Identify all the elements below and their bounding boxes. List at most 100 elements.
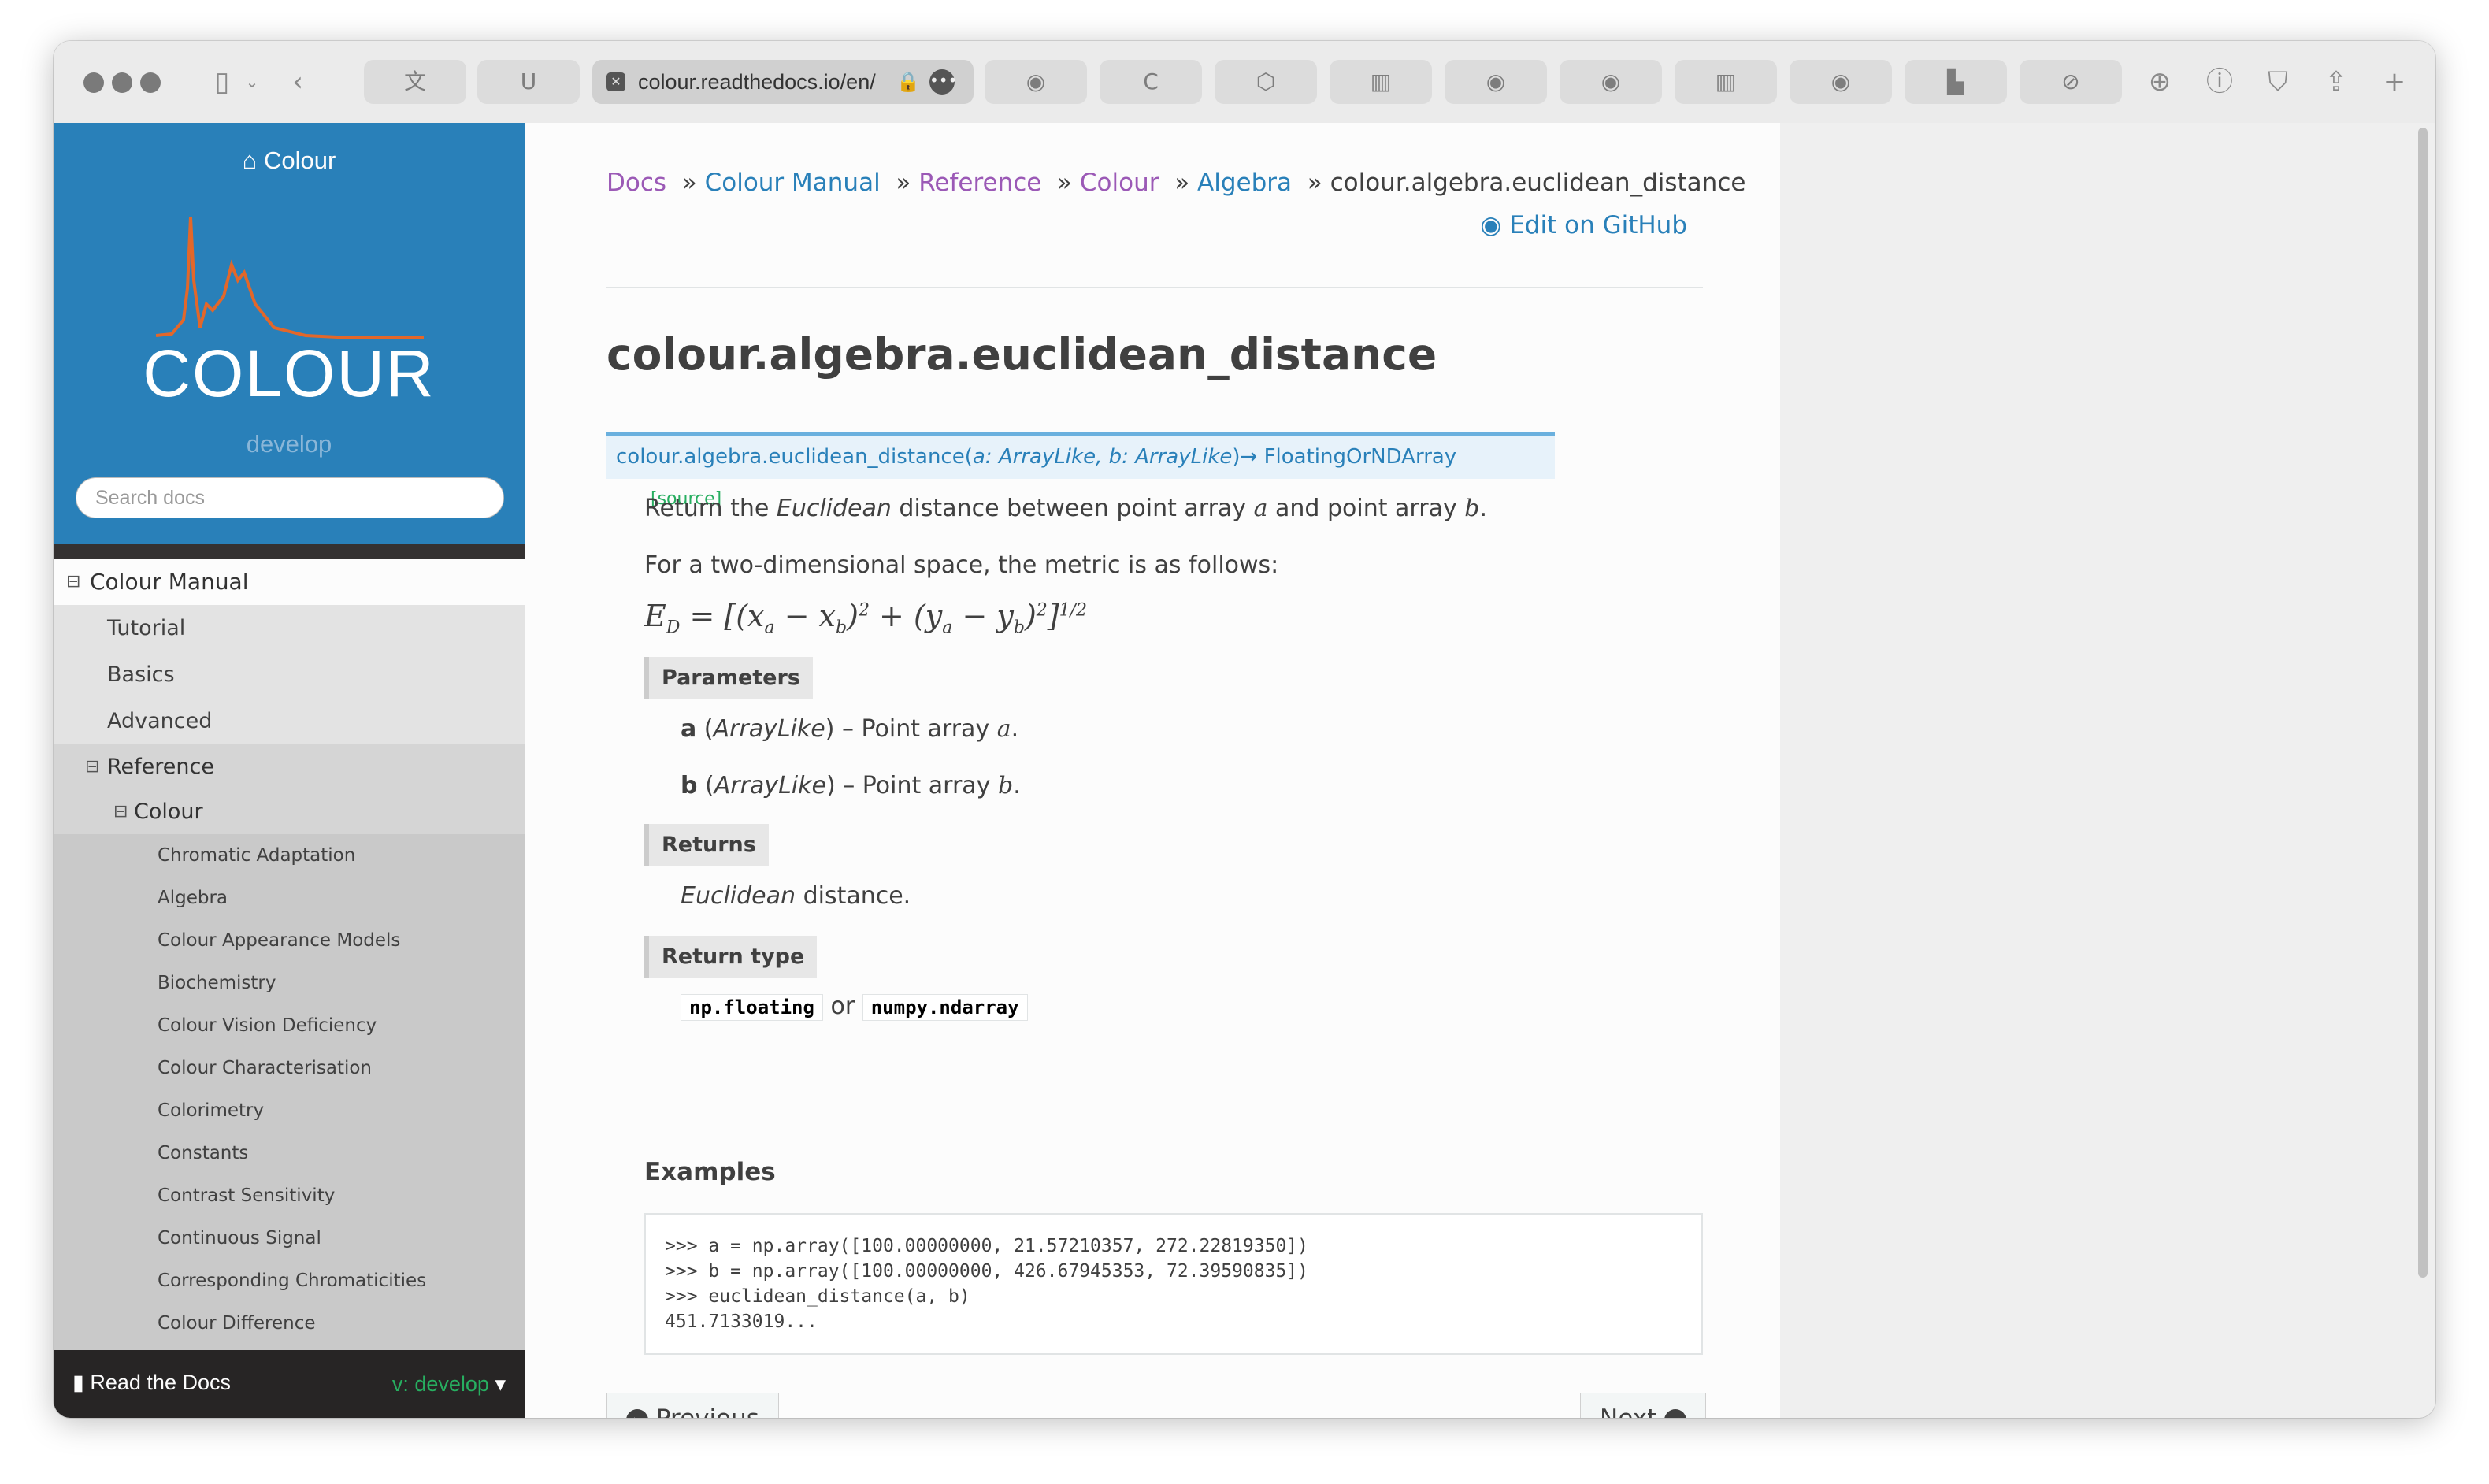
previous-button[interactable]: ← Previous [606, 1393, 779, 1418]
read-the-docs-bar[interactable]: ▮ Read the Docs v: develop ▾ [54, 1350, 525, 1418]
divider [606, 287, 1703, 288]
home-link[interactable]: ⌂ Colour [54, 147, 525, 175]
github-icon: ◉ [1831, 69, 1851, 95]
sidebar-nav: ⊟ Colour Manual Tutorial Basics Advanced… [54, 559, 525, 1350]
breadcrumb-reference[interactable]: Reference [918, 169, 1041, 197]
sidebar: ⌂ Colour COLOUR develop Search docs ⊟ Co… [54, 123, 525, 1418]
collapse-icon[interactable]: ⊟ [85, 744, 99, 790]
breadcrumb-docs[interactable]: Docs [606, 169, 666, 197]
shield-icon[interactable]: ⛉ [2261, 65, 2295, 99]
return-type-literal: np.floating [681, 994, 823, 1021]
translate-icon: 文 [403, 69, 426, 95]
page-title: colour.algebra.euclidean_distance [606, 329, 1437, 380]
sidebar-item-appearance-models[interactable]: Colour Appearance Models [54, 919, 525, 962]
sidebar-item-chromatic-adaptation[interactable]: Chromatic Adaptation [54, 834, 525, 877]
breadcrumb-current: colour.algebra.euclidean_distance [1330, 169, 1746, 197]
signature-return: )→ FloatingOrNDArray [1232, 445, 1457, 469]
sidebar-item-contrast-sensitivity[interactable]: Contrast Sensitivity [54, 1174, 525, 1217]
tab-reader-1[interactable]: ▥ [1330, 60, 1432, 104]
sidebar-item-characterisation[interactable]: Colour Characterisation [54, 1047, 525, 1089]
formula: ED = [(xa − xb)2 + (ya − yb)2]1/2 [644, 599, 1088, 638]
book-icon: ▮ [72, 1371, 84, 1394]
download-icon[interactable]: ⊕ [2142, 65, 2177, 99]
sidebar-item-tutorial[interactable]: Tutorial [54, 605, 525, 651]
chevron-down-icon[interactable]: ⌄ [235, 65, 269, 99]
math-var: b [1464, 495, 1480, 522]
main-content: Docs » Colour Manual » Reference » Colou… [525, 123, 1780, 1418]
sidebar-item-label: Biochemistry [158, 973, 276, 993]
sidebar-item-algebra[interactable]: Algebra [54, 877, 525, 919]
breadcrumb-manual[interactable]: Colour Manual [705, 169, 881, 197]
tab-bars[interactable]: ▙ [1905, 60, 2007, 104]
desc-em: Euclidean [776, 495, 892, 522]
sidebar-item-colour-manual[interactable]: ⊟ Colour Manual [54, 559, 525, 605]
sidebar-item-label: Colour Appearance Models [158, 930, 401, 951]
tab-github-3[interactable]: ◉ [1560, 60, 1662, 104]
code-line: >>> euclidean_distance(a, b) [665, 1286, 970, 1307]
tab-active-colour[interactable]: ✕ colour.readthedocs.io/en/ 🔒 ••• [592, 60, 974, 104]
next-button[interactable]: Next → [1580, 1393, 1707, 1418]
close-tab-icon[interactable]: ✕ [606, 72, 625, 91]
math-var: a [996, 715, 1011, 743]
collapse-icon[interactable]: ⊟ [113, 790, 128, 834]
sidebar-item-advanced[interactable]: Advanced [54, 698, 525, 744]
scrollbar[interactable] [2418, 128, 2428, 1278]
tab-github-1[interactable]: ◉ [985, 60, 1087, 104]
edit-on-github-link[interactable]: ◉ Edit on GitHub [1480, 211, 1687, 239]
sidebar-item-corresponding-chromaticities[interactable]: Corresponding Chromaticities [54, 1260, 525, 1302]
breadcrumb-separator: » [1299, 169, 1330, 197]
sidebar-item-constants[interactable]: Constants [54, 1132, 525, 1174]
tab-github-2[interactable]: ◉ [1445, 60, 1547, 104]
sidebar-item-colour[interactable]: ⊟ Colour [54, 790, 525, 834]
tab-u[interactable]: U [477, 60, 580, 104]
browser-window: ▯ ⌄ ‹ 文 U ✕ colour.readthedocs.io/en/ 🔒 … [54, 41, 2435, 1418]
tab-translate[interactable]: 文 [364, 60, 466, 104]
returns-em: Euclidean [681, 882, 796, 910]
tab-cube[interactable]: ⬡ [1215, 60, 1317, 104]
password-icon[interactable]: ⓘ [2202, 65, 2237, 99]
minimize-window-button[interactable] [112, 72, 132, 93]
zoom-window-button[interactable] [140, 72, 161, 93]
param-a: a (ArrayLike) – Point array a. [681, 715, 1019, 743]
tab-github-4[interactable]: ◉ [1790, 60, 1892, 104]
u-icon: U [520, 69, 537, 95]
new-tab-icon[interactable]: + [2377, 65, 2412, 99]
collapse-icon[interactable]: ⊟ [66, 559, 80, 605]
sidebar-item-reference[interactable]: ⊟ Reference [54, 744, 525, 790]
sidebar-item-biochemistry[interactable]: Biochemistry [54, 962, 525, 1004]
sidebar-item-label: Continuous Signal [158, 1228, 321, 1248]
returns-desc: Euclidean distance. [681, 882, 911, 910]
address-bar[interactable]: colour.readthedocs.io/en/ [638, 60, 876, 104]
sidebar-item-basics[interactable]: Basics [54, 651, 525, 698]
tab-c[interactable]: C [1100, 60, 1202, 104]
lock-icon: 🔒 [896, 71, 920, 93]
return-type-literal: numpy.ndarray [862, 994, 1028, 1021]
sidebar-item-continuous-signal[interactable]: Continuous Signal [54, 1217, 525, 1260]
breadcrumb-separator: » [1049, 169, 1080, 197]
sidebar-item-colour-difference[interactable]: Colour Difference [54, 1302, 525, 1345]
sidebar-item-label: Contrast Sensitivity [158, 1185, 336, 1206]
sidebar-item-label: Colour [134, 800, 203, 824]
param-desc: – Point array [835, 772, 998, 800]
rtd-version[interactable]: v: develop [392, 1372, 489, 1396]
back-icon[interactable]: ‹ [280, 65, 315, 99]
sidebar-item-vision-deficiency[interactable]: Colour Vision Deficiency [54, 1004, 525, 1047]
more-icon[interactable]: ••• [929, 69, 957, 95]
rtd-label: Read the Docs [90, 1371, 231, 1394]
right-gutter [1780, 123, 2435, 1418]
bars-icon: ▙ [1947, 69, 1964, 95]
tab-reader-2[interactable]: ▥ [1675, 60, 1777, 104]
returns-label: Returns [644, 824, 769, 866]
sidebar-item-label: Basics [107, 662, 175, 687]
cube-icon: ⬡ [1256, 69, 1276, 95]
tab-compass[interactable]: ⊘ [2020, 60, 2122, 104]
breadcrumb-colour[interactable]: Colour [1080, 169, 1159, 197]
search-input[interactable]: Search docs [76, 477, 504, 518]
sidebar-item-label: Colorimetry [158, 1100, 265, 1121]
close-window-button[interactable] [83, 72, 104, 93]
share-icon[interactable]: ⇪ [2319, 65, 2354, 99]
sidebar-item-label: Reference [107, 755, 214, 779]
breadcrumb-algebra[interactable]: Algebra [1197, 169, 1292, 197]
edit-on-github-label: Edit on GitHub [1509, 211, 1687, 239]
sidebar-item-colorimetry[interactable]: Colorimetry [54, 1089, 525, 1132]
